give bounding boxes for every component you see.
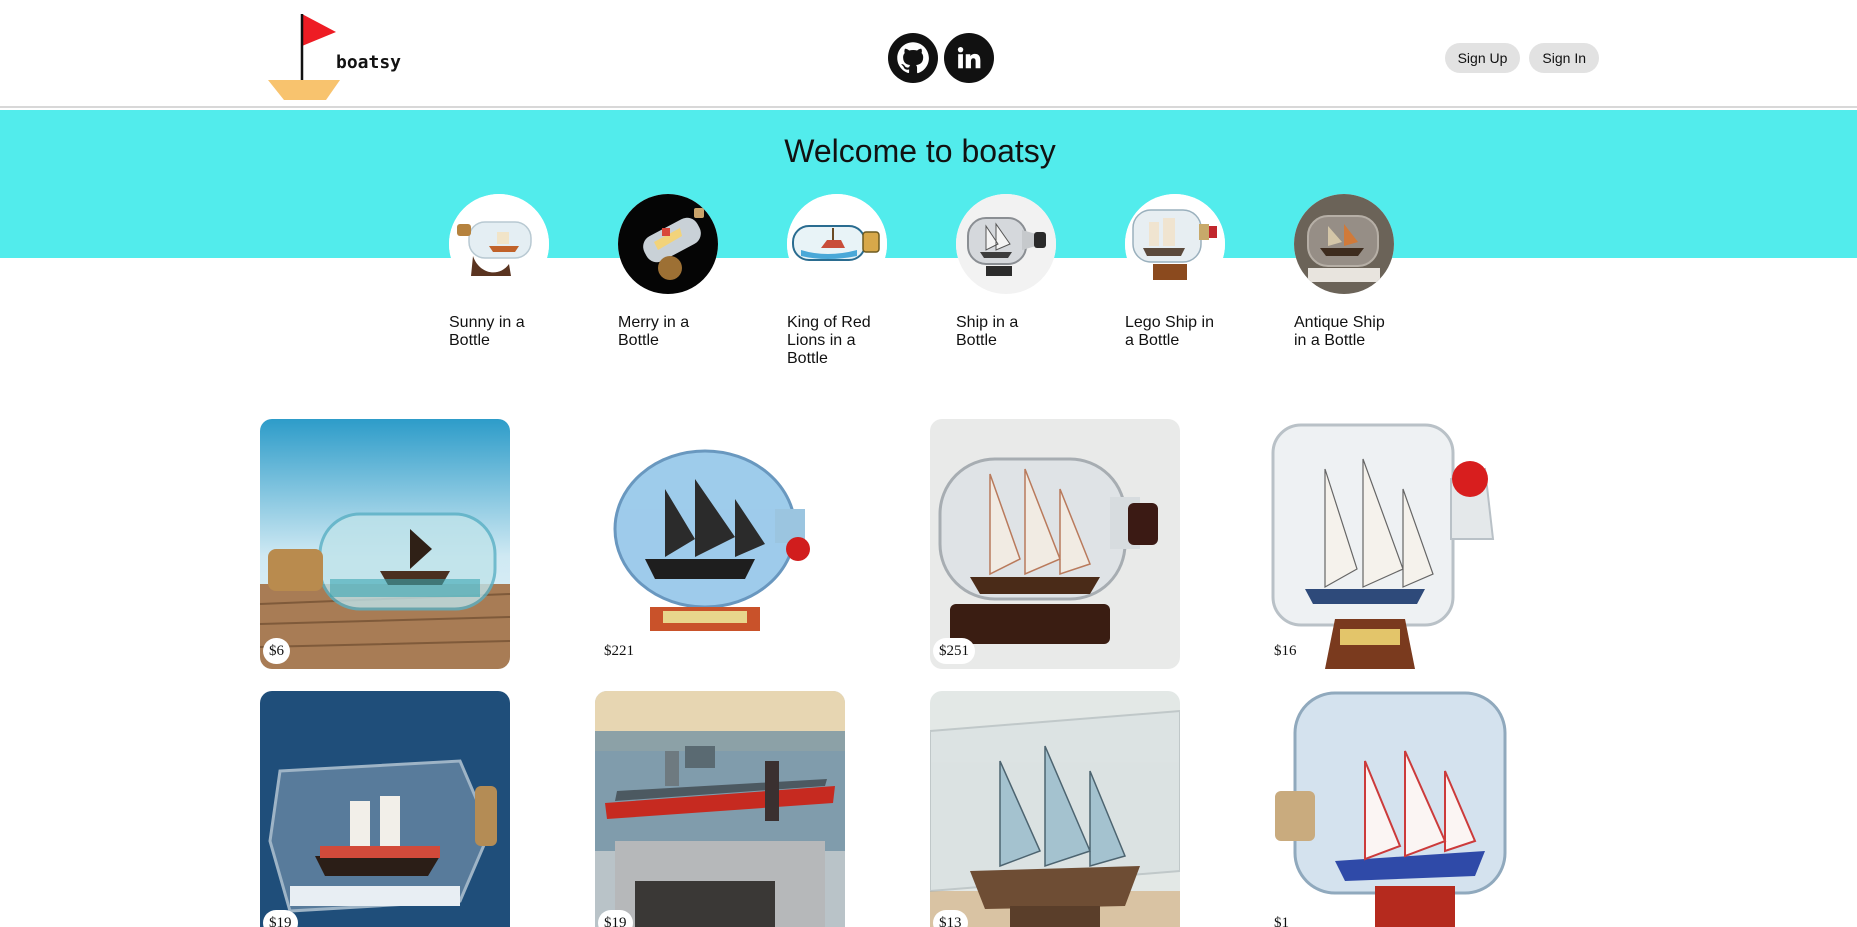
category-label: Antique Ship in a Bottle bbox=[1294, 314, 1385, 349]
category-thumbnail bbox=[787, 194, 887, 294]
price-badge: $19 bbox=[598, 910, 633, 927]
category-item-king-of-red-lions[interactable]: King of Red Lions in a Bottle bbox=[787, 194, 887, 368]
category-label: Merry in a Bottle bbox=[618, 314, 690, 349]
sign-up-button[interactable]: Sign Up bbox=[1444, 43, 1521, 73]
category-item-sunny[interactable]: Sunny in a Bottle bbox=[449, 194, 549, 368]
category-thumbnail bbox=[956, 194, 1056, 294]
product-image bbox=[1265, 419, 1515, 669]
category-thumbnail bbox=[449, 194, 549, 294]
category-label: King of Red Lions in a Bottle bbox=[787, 314, 871, 367]
product-image bbox=[930, 419, 1180, 669]
sign-in-button[interactable]: Sign In bbox=[1529, 43, 1599, 73]
category-label: Lego Ship in a Bottle bbox=[1125, 314, 1214, 349]
category-thumbnail bbox=[1125, 194, 1225, 294]
category-label: Ship in a Bottle bbox=[956, 314, 1019, 349]
price-badge: $19 bbox=[263, 910, 298, 927]
page-title: Welcome to boatsy bbox=[784, 133, 1056, 169]
category-item-antique-ship[interactable]: Antique Ship in a Bottle bbox=[1294, 194, 1394, 368]
category-label: Sunny in a Bottle bbox=[449, 314, 525, 349]
category-item-ship[interactable]: Ship in a Bottle bbox=[956, 194, 1056, 368]
product-card[interactable]: $6 bbox=[260, 419, 510, 669]
product-card[interactable]: $221 bbox=[595, 419, 845, 669]
price-badge: $221 bbox=[598, 638, 640, 664]
product-image bbox=[1265, 691, 1515, 927]
category-thumbnail bbox=[1294, 194, 1394, 294]
social-links bbox=[888, 33, 994, 83]
category-item-lego-ship[interactable]: Lego Ship in a Bottle bbox=[1125, 194, 1225, 368]
auth-buttons: Sign Up Sign In bbox=[1444, 43, 1599, 73]
site-header: boatsy Sign Up Sign In bbox=[0, 0, 1857, 108]
product-card[interactable]: $19 bbox=[595, 691, 845, 927]
logo[interactable]: boatsy bbox=[266, 14, 426, 104]
linkedin-icon[interactable] bbox=[944, 33, 994, 83]
sailboat-logo-icon bbox=[268, 14, 340, 100]
product-card[interactable]: $19 bbox=[260, 691, 510, 927]
category-item-merry[interactable]: Merry in a Bottle bbox=[618, 194, 718, 368]
category-list: Sunny in a Bottle Merry in a Bottle King… bbox=[449, 194, 1394, 368]
logo-text: boatsy bbox=[336, 52, 402, 73]
product-image bbox=[595, 419, 845, 669]
product-card[interactable]: $13 bbox=[930, 691, 1180, 927]
price-badge: $251 bbox=[933, 638, 975, 664]
product-card[interactable]: $16 bbox=[1265, 419, 1515, 669]
category-thumbnail bbox=[618, 194, 718, 294]
price-badge: $6 bbox=[263, 638, 290, 664]
price-badge: $13 bbox=[933, 910, 968, 927]
price-badge: $16 bbox=[1268, 638, 1303, 664]
product-image bbox=[260, 419, 510, 669]
product-image bbox=[260, 691, 510, 927]
product-image bbox=[595, 691, 845, 927]
product-card[interactable]: $251 bbox=[930, 419, 1180, 669]
product-card[interactable]: $1 bbox=[1265, 691, 1515, 927]
github-icon[interactable] bbox=[888, 33, 938, 83]
product-image bbox=[930, 691, 1180, 927]
